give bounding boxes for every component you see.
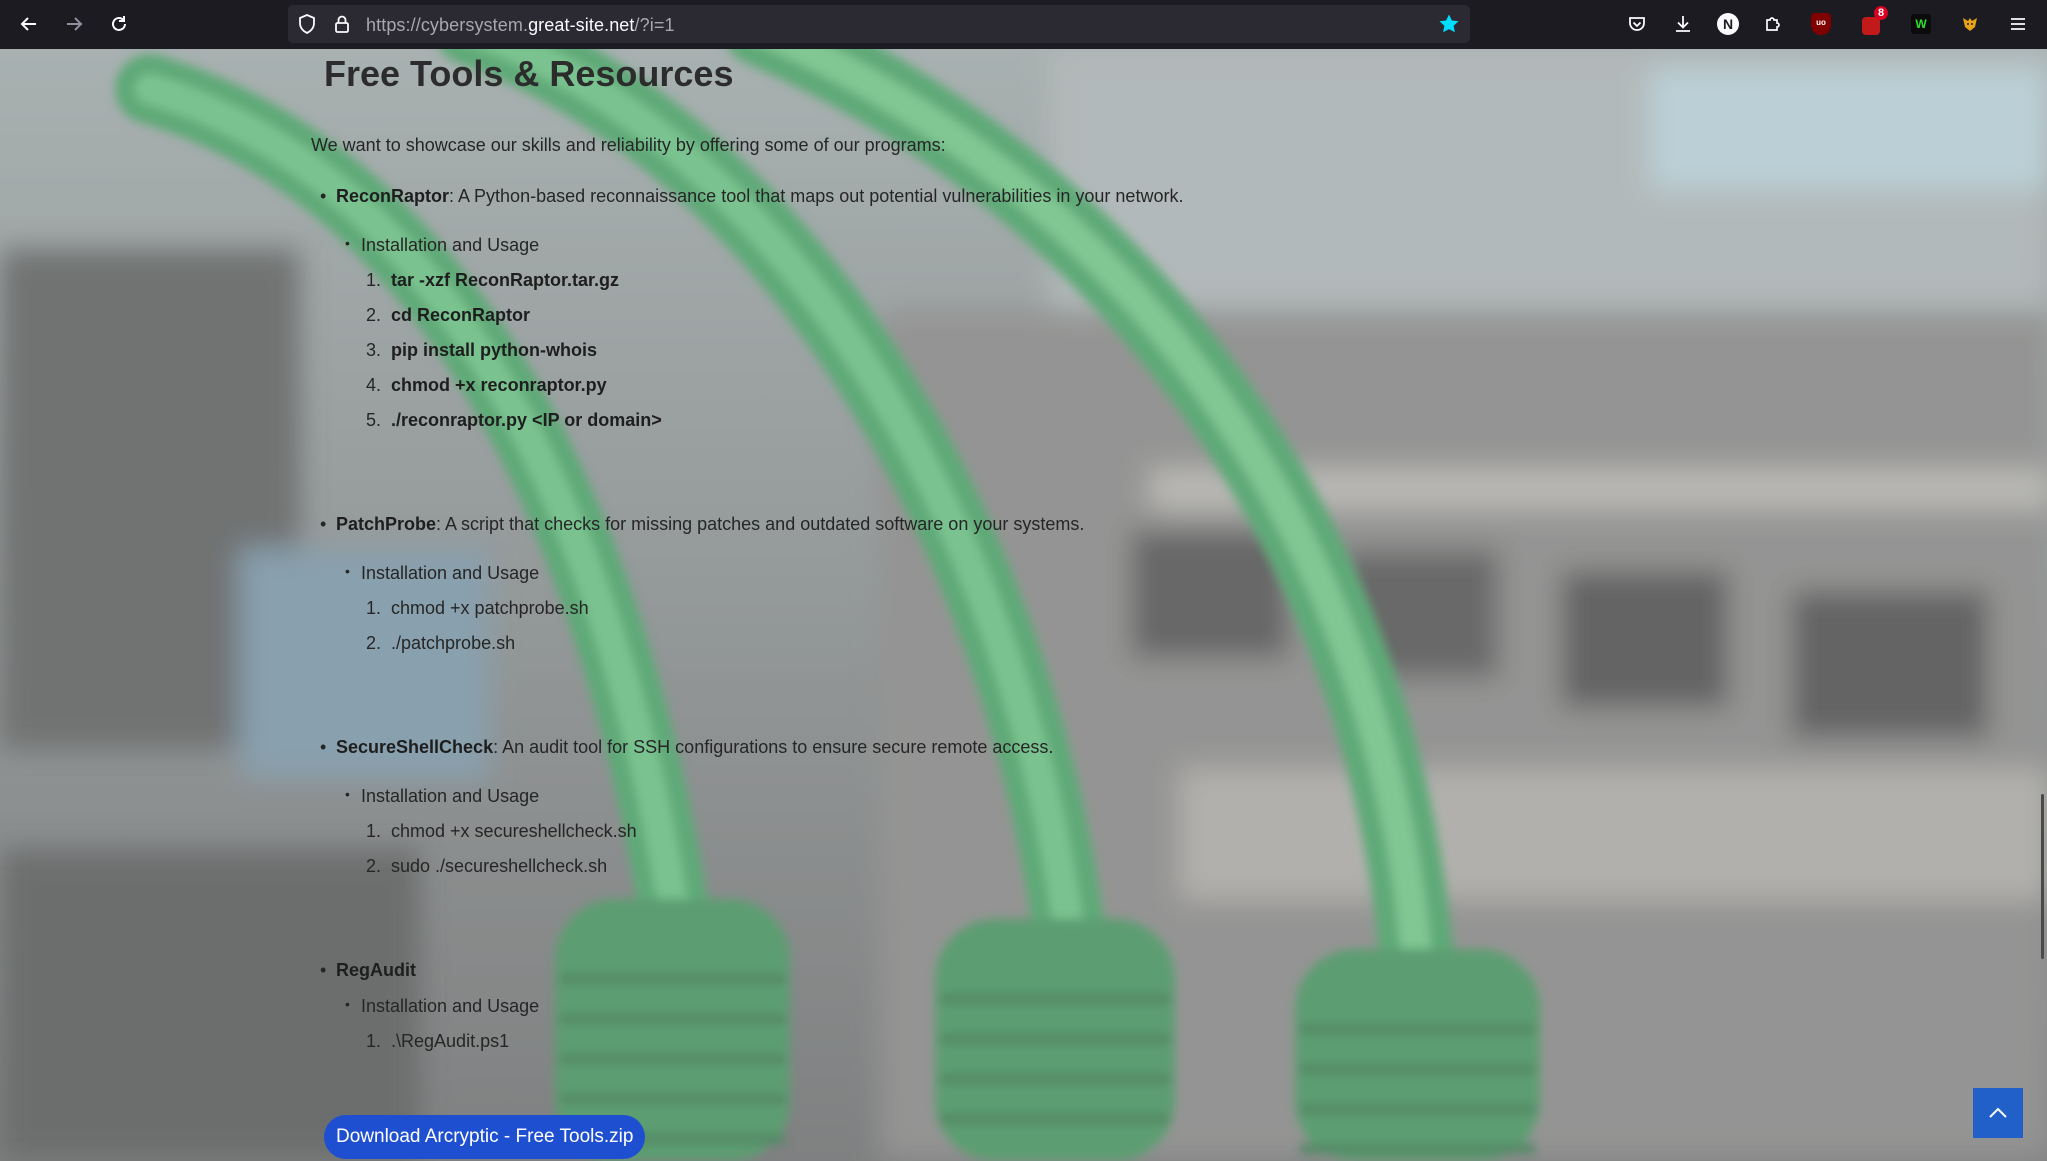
- tool-description: : A script that checks for missing patch…: [436, 514, 1085, 534]
- shield-icon[interactable]: [298, 14, 316, 34]
- bullet-icon: •: [345, 996, 350, 1012]
- list-item: 2. sudo ./secureshellcheck.sh: [366, 856, 608, 876]
- ublock-icon[interactable]: uo: [1808, 11, 1834, 37]
- scrollbar-thumb[interactable]: [2041, 794, 2044, 959]
- step-command: ./patchprobe.sh: [391, 633, 516, 653]
- bullet-icon: •: [320, 960, 327, 980]
- tool-description: : A Python-based reconnaissance tool tha…: [449, 186, 1184, 206]
- step-command: .\RegAudit.ps1: [391, 1031, 510, 1051]
- subheading-text: Installation and Usage: [361, 996, 540, 1016]
- bullet-icon: •: [345, 786, 350, 802]
- tool-name: PatchProbe: [336, 514, 437, 534]
- w-extension-letter: W: [1911, 14, 1931, 34]
- subheading-text: Installation and Usage: [361, 235, 540, 255]
- star-icon[interactable]: [1438, 13, 1460, 35]
- tool-name: SecureShellCheck: [336, 737, 494, 757]
- addon-badge: 8: [1874, 6, 1888, 20]
- url-suffix: /?i=1: [634, 15, 675, 35]
- url-domain: great-site.net: [528, 15, 635, 35]
- lock-icon[interactable]: [334, 14, 350, 34]
- list-item: 2. cd ReconRaptor: [366, 305, 531, 325]
- reload-icon: [112, 16, 126, 31]
- step-command: ./reconraptor.py <IP or domain>: [391, 410, 662, 430]
- notion-letter: N: [1717, 13, 1739, 35]
- step-command: cd ReconRaptor: [391, 305, 531, 325]
- list-item: 5. ./reconraptor.py <IP or domain>: [366, 410, 662, 430]
- bullet-icon: •: [345, 235, 350, 251]
- page-title: Free Tools & Resources: [324, 53, 734, 94]
- url-prefix: https://cybersystem.: [366, 15, 529, 35]
- fox-icon[interactable]: [1957, 11, 1983, 37]
- list-item: 1. tar -xzf ReconRaptor.tar.gz: [366, 270, 620, 290]
- bullet-icon: •: [320, 737, 327, 757]
- bullet-icon: •: [320, 514, 327, 534]
- step-command: chmod +x reconraptor.py: [391, 375, 607, 395]
- list-item: 1. .\RegAudit.ps1: [366, 1031, 510, 1051]
- intro-text: We want to showcase our skills and relia…: [311, 135, 946, 155]
- tool-name: ReconRaptor: [336, 186, 450, 206]
- bullet-icon: •: [320, 186, 327, 206]
- step-command: chmod +x secureshellcheck.sh: [391, 821, 637, 841]
- tool-name: RegAudit: [336, 960, 416, 980]
- forward-button[interactable]: [59, 9, 89, 39]
- list-item: 1. chmod +x secureshellcheck.sh: [366, 821, 637, 841]
- w-extension-icon[interactable]: W: [1908, 11, 1934, 37]
- arrow-right-icon: [67, 17, 83, 31]
- list-item: 1. chmod +x patchprobe.sh: [366, 598, 589, 618]
- download-icon[interactable]: [1670, 11, 1696, 37]
- back-button[interactable]: [14, 9, 44, 39]
- reload-button[interactable]: [104, 9, 134, 39]
- step-command: tar -xzf ReconRaptor.tar.gz: [391, 270, 620, 290]
- subheading-text: Installation and Usage: [361, 786, 540, 806]
- bullet-icon: •: [345, 563, 350, 579]
- main-content: Free Tools & Resources We want to showca…: [0, 49, 2047, 1161]
- list-item: 2. ./patchprobe.sh: [366, 633, 516, 653]
- list-item: 3. pip install python-whois: [366, 340, 598, 360]
- puzzle-icon[interactable]: [1760, 11, 1786, 37]
- back-to-top-button[interactable]: [1973, 1088, 2023, 1138]
- arrow-left-icon: [20, 17, 36, 31]
- step-command: chmod +x patchprobe.sh: [391, 598, 589, 618]
- pocket-icon[interactable]: [1624, 11, 1650, 37]
- step-command: sudo ./secureshellcheck.sh: [391, 856, 608, 876]
- notion-icon[interactable]: N: [1715, 11, 1741, 37]
- tool-description: : An audit tool for SSH configurations t…: [493, 737, 1054, 757]
- step-command: pip install python-whois: [391, 340, 598, 360]
- browser-toolbar: https://cybersystem.great-site.net/?i=1 …: [0, 0, 2047, 49]
- chevron-up-icon: [1989, 1107, 2007, 1118]
- ublock-letters: uo: [1811, 13, 1831, 35]
- address-bar[interactable]: https://cybersystem.great-site.net/?i=1: [288, 5, 1470, 43]
- page-viewport[interactable]: Free Tools & Resources We want to showca…: [0, 49, 2047, 1161]
- hamburger-menu-icon[interactable]: [2005, 11, 2031, 37]
- list-item: 4. chmod +x reconraptor.py: [366, 375, 607, 395]
- download-button[interactable]: Download Arcryptic - Free Tools.zip: [324, 1115, 646, 1159]
- url-text[interactable]: https://cybersystem.great-site.net/?i=1: [366, 15, 675, 36]
- subheading-text: Installation and Usage: [361, 563, 540, 583]
- addon-icon[interactable]: 8: [1858, 6, 1888, 37]
